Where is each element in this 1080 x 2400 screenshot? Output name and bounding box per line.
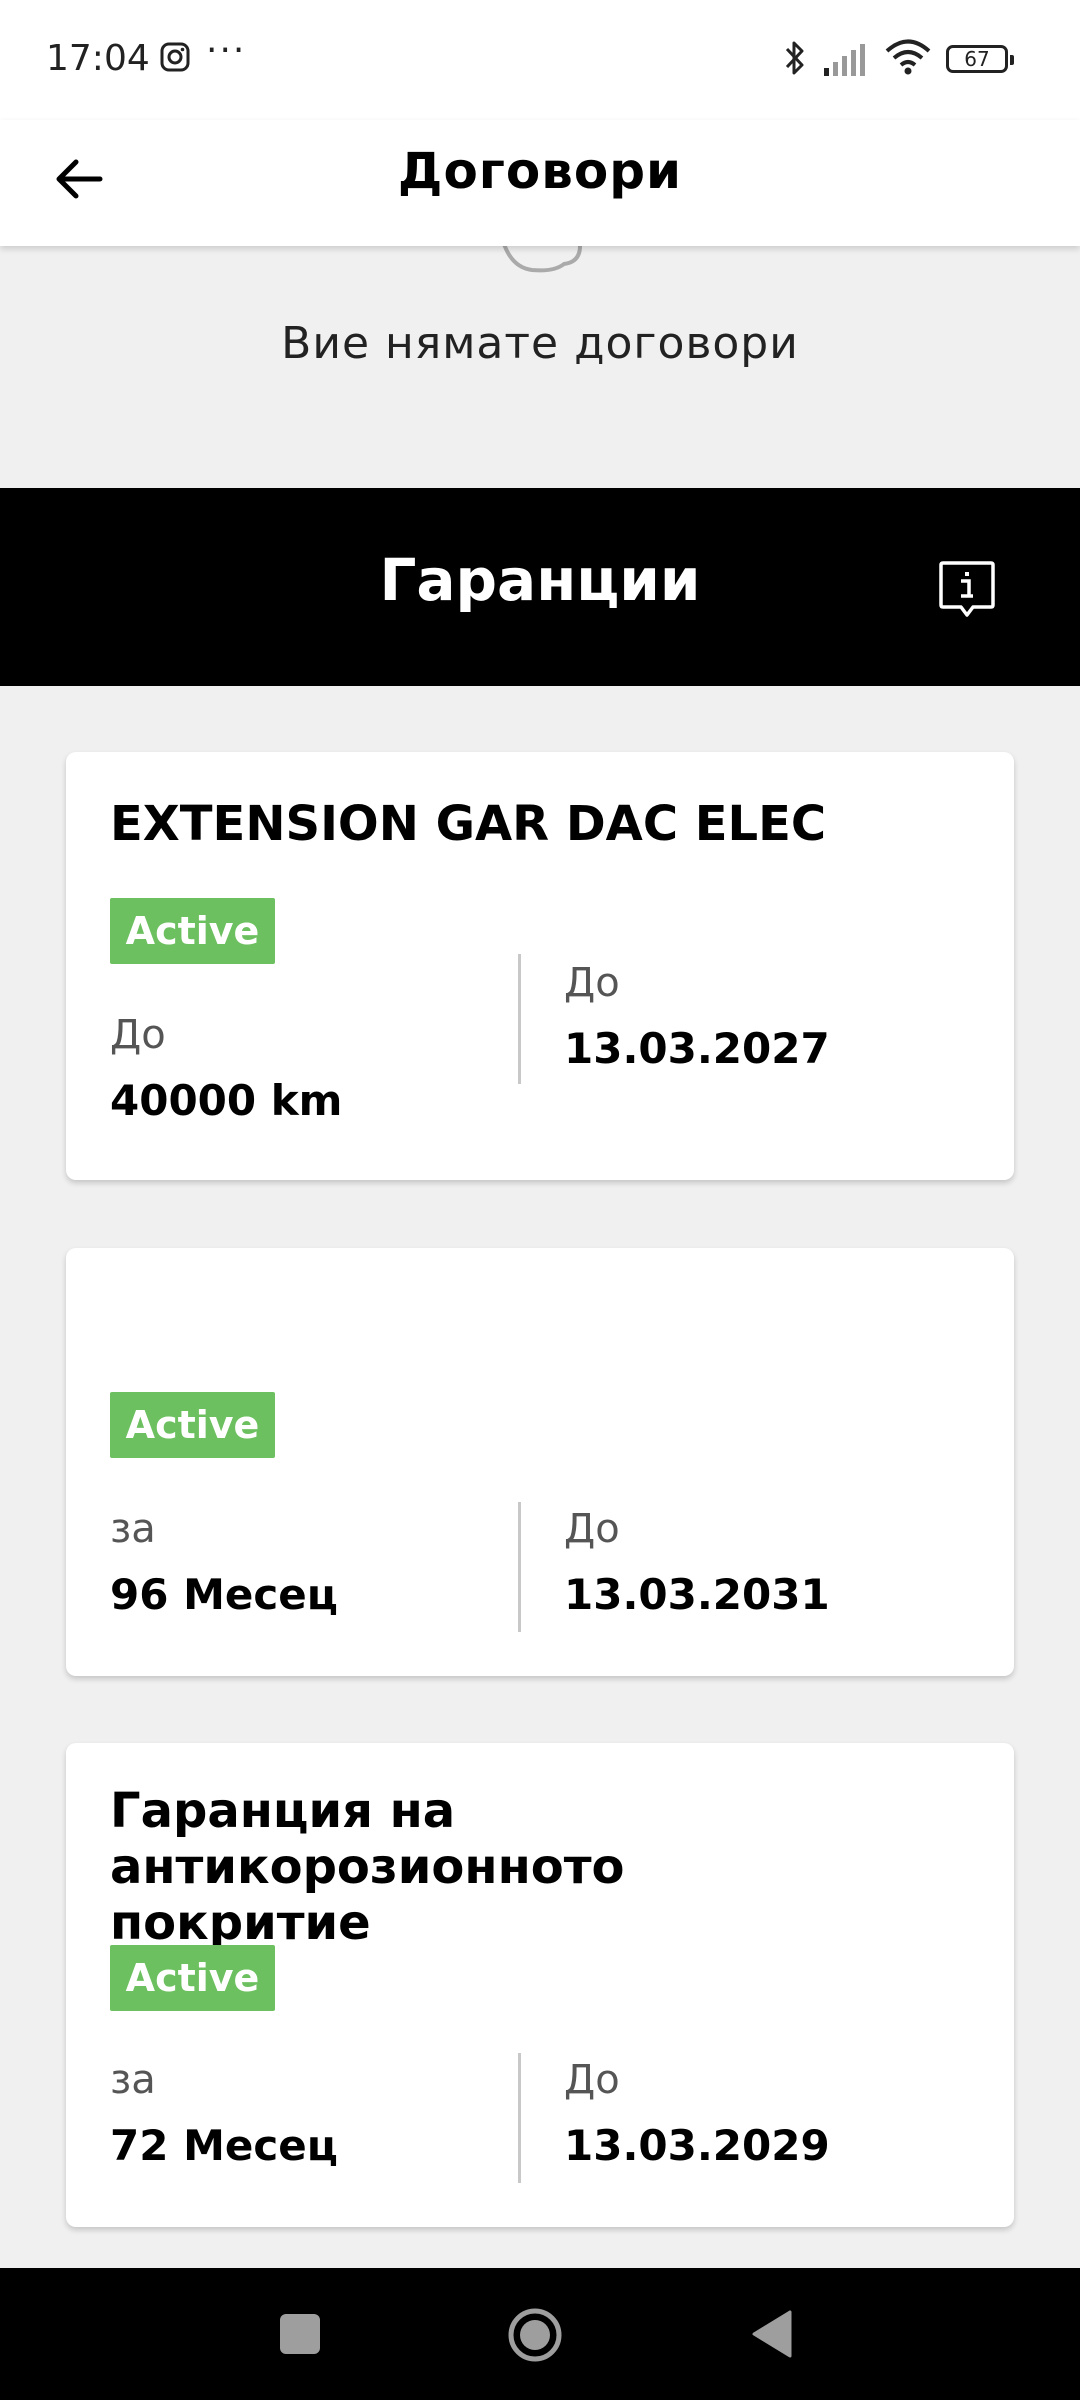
duration-value: 72 Месец (110, 2121, 338, 2170)
battery-icon: 67 (946, 45, 1014, 73)
end-date-value: 13.03.2027 (564, 1024, 830, 1073)
back-nav-button[interactable] (752, 2310, 792, 2358)
limit-value: 40000 km (110, 1076, 343, 1125)
wifi-icon (885, 39, 931, 75)
info-icon[interactable] (938, 560, 996, 620)
status-badge: Active (110, 1945, 275, 2011)
bluetooth-icon (785, 41, 804, 75)
card-divider (518, 1502, 521, 1632)
empty-document-icon (502, 246, 582, 273)
warranty-card[interactable]: Active за 96 Месец До 13.03.2031 (66, 1248, 1014, 1676)
status-badge: Active (110, 1392, 275, 1458)
duration-label: за (110, 2057, 156, 2103)
card-divider (518, 2053, 521, 2183)
status-time: 17:04 (46, 38, 150, 79)
end-date-value: 13.03.2029 (564, 2121, 830, 2170)
warranties-header: Гаранции (0, 488, 1080, 686)
system-nav-bar (0, 2268, 1080, 2400)
end-date-label: До (564, 1506, 620, 1552)
instagram-icon (160, 42, 190, 72)
warranty-title: Гаранция на антикорозионното покритие (110, 1783, 625, 1951)
more-notifications-icon: ··· (206, 30, 247, 71)
end-date-label: До (564, 2057, 620, 2103)
warranties-title: Гаранции (379, 546, 701, 614)
signal-icon (824, 44, 865, 76)
warranty-title: EXTENSION GAR DAC ELEC (110, 796, 827, 852)
empty-message: Вие нямате договори (281, 318, 799, 369)
status-bar: 17:04 ··· 67 (0, 0, 1080, 120)
home-button[interactable] (506, 2306, 564, 2364)
warranty-card[interactable]: Гаранция на антикорозионното покритие Ac… (66, 1743, 1014, 2227)
warranty-card[interactable]: EXTENSION GAR DAC ELEC Active До 40000 k… (66, 752, 1014, 1180)
end-date-label: До (564, 960, 620, 1006)
contracts-empty-state: Вие нямате договори (0, 246, 1080, 488)
limit-label: До (110, 1012, 166, 1058)
duration-value: 96 Месец (110, 1570, 338, 1619)
card-divider (518, 954, 521, 1084)
status-badge: Active (110, 898, 275, 964)
page-title: Договори (397, 142, 683, 200)
app-bar: Договори (0, 120, 1080, 246)
end-date-value: 13.03.2031 (564, 1570, 830, 1619)
duration-label: за (110, 1506, 156, 1552)
recents-button[interactable] (280, 2314, 320, 2354)
